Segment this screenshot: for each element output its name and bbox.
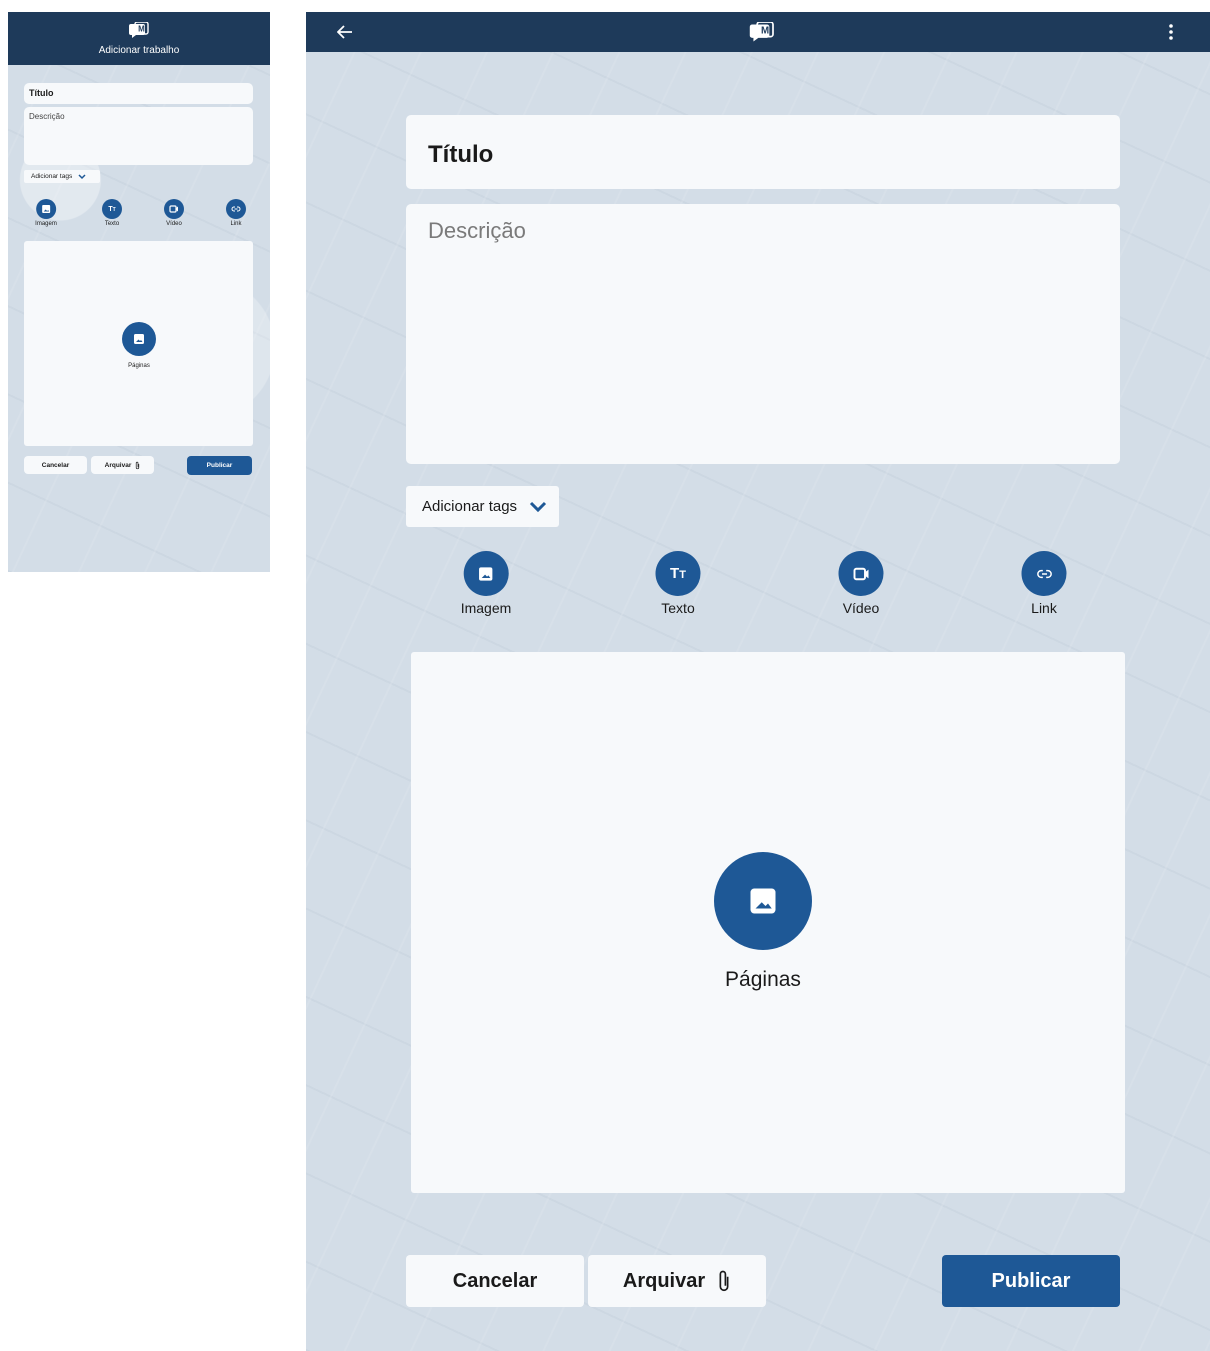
publish-button[interactable]: Publicar [942, 1255, 1120, 1307]
app-bar: M Adicionar trabalho [8, 12, 270, 65]
pages-label: Páginas [128, 363, 150, 369]
archive-label: Arquivar [104, 461, 132, 469]
phone-screen: M Adicionar trabalho Título Descrição Ad… [8, 12, 270, 572]
text-icon: TT [102, 199, 122, 219]
archive-button[interactable]: Arquivar [588, 1255, 766, 1307]
svg-text:M: M [761, 26, 769, 37]
cancel-button[interactable]: Cancelar [406, 1255, 584, 1307]
media-option-text[interactable]: TT Texto [655, 551, 701, 616]
media-label: Vídeo [842, 600, 880, 616]
description-placeholder: Descrição [428, 218, 526, 243]
app-bar: M [306, 12, 1210, 52]
more-vert-icon[interactable] [1169, 24, 1173, 40]
media-option-image[interactable]: Imagem [460, 551, 512, 616]
video-icon [838, 551, 884, 596]
media-label: Texto [104, 221, 120, 227]
media-label: Link [1031, 600, 1057, 616]
text-icon: TT [655, 551, 701, 596]
add-tags-label: Adicionar tags [31, 173, 73, 180]
add-tags-dropdown[interactable]: Adicionar tags [406, 486, 559, 527]
title-field[interactable]: Título [406, 115, 1120, 189]
title-field[interactable]: Título [24, 83, 253, 104]
pages-label: Páginas [725, 968, 801, 991]
description-field[interactable]: Descrição [24, 107, 253, 165]
image-icon [463, 551, 509, 596]
image-icon[interactable] [714, 852, 812, 950]
media-label: Imagem [460, 600, 512, 616]
add-tags-label: Adicionar tags [422, 498, 518, 515]
title-field-text: Título [428, 141, 494, 168]
media-option-video[interactable]: Vídeo [164, 199, 184, 227]
pages-upload-area[interactable]: Páginas [24, 241, 253, 446]
image-icon[interactable] [122, 322, 156, 356]
media-label: Vídeo [166, 221, 182, 227]
media-label: Link [230, 221, 242, 227]
chevron-down-icon [530, 501, 547, 512]
publish-button[interactable]: Publicar [187, 456, 252, 475]
page-title: Adicionar trabalho [98, 45, 180, 56]
link-icon [1021, 551, 1067, 596]
description-placeholder: Descrição [29, 112, 65, 121]
chevron-down-icon [78, 173, 86, 179]
back-arrow-icon[interactable] [337, 25, 353, 39]
logo-icon: M [129, 21, 149, 45]
media-option-link[interactable]: Link [1021, 551, 1067, 616]
video-icon [164, 199, 184, 219]
logo-icon: M [749, 21, 775, 49]
cancel-button[interactable]: Cancelar [24, 456, 87, 474]
svg-text:M: M [138, 25, 145, 34]
media-option-image[interactable]: Imagem [35, 199, 57, 227]
add-tags-dropdown[interactable]: Adicionar tags [24, 170, 100, 183]
paperclip-icon [719, 1270, 729, 1292]
image-icon [36, 199, 56, 219]
media-label: Imagem [35, 221, 57, 227]
link-icon [226, 199, 246, 219]
pages-upload-area[interactable]: Páginas [411, 652, 1125, 1193]
description-field[interactable]: Descrição [406, 204, 1120, 464]
paperclip-icon [136, 461, 140, 469]
archive-label: Arquivar [622, 1269, 706, 1292]
tablet-screen: M Título Descrição Adicionar tags Imagem… [306, 12, 1210, 1351]
title-field-text: Título [29, 88, 54, 98]
media-option-video[interactable]: Vídeo [838, 551, 884, 616]
media-option-text[interactable]: TT Texto [102, 199, 122, 227]
media-label: Texto [661, 600, 695, 616]
archive-button[interactable]: Arquivar [91, 456, 154, 474]
media-option-link[interactable]: Link [226, 199, 246, 227]
